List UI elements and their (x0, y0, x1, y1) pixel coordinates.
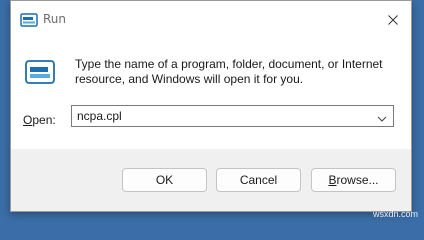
dropdown-button[interactable] (373, 107, 391, 125)
browse-label: rowse... (336, 173, 379, 187)
watermark: wsxdn.com (372, 209, 418, 219)
title-bar: Run (11, 1, 411, 38)
open-input[interactable] (72, 106, 368, 126)
browse-button[interactable]: Browse... (311, 168, 396, 192)
button-bar: OK Cancel Browse... (11, 149, 411, 211)
description-text: Type the name of a program, folder, docu… (75, 57, 383, 86)
open-label-accesskey: O (23, 113, 33, 127)
chevron-down-icon (377, 107, 387, 126)
ok-button[interactable]: OK (122, 168, 207, 192)
open-label: Open: (23, 112, 56, 128)
browse-accesskey: B (328, 173, 337, 187)
open-combobox[interactable] (71, 105, 394, 127)
run-icon (20, 12, 38, 27)
run-dialog: Run Type the name of a program, folder, … (10, 0, 412, 212)
dialog-content: Type the name of a program, folder, docu… (11, 38, 411, 149)
window-title: Run (43, 12, 67, 26)
open-label-text: pen: (32, 113, 56, 127)
run-program-icon (25, 60, 55, 84)
close-icon (388, 10, 398, 29)
close-button[interactable] (382, 9, 404, 29)
cancel-button[interactable]: Cancel (216, 168, 301, 192)
